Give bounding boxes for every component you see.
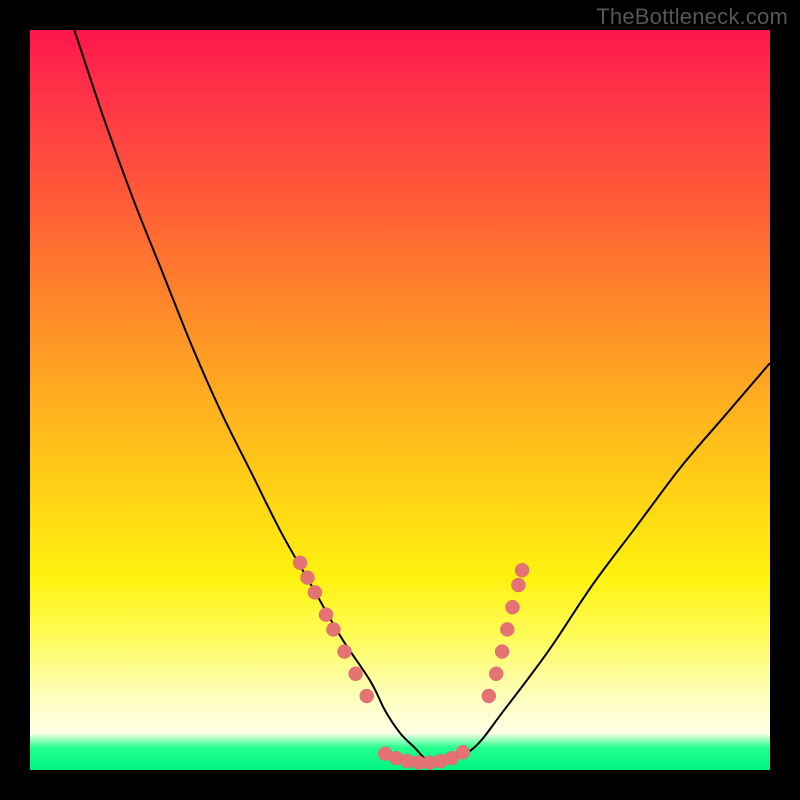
data-point (482, 689, 496, 703)
data-point (319, 608, 333, 622)
data-point (515, 563, 529, 577)
data-point (301, 571, 315, 585)
data-point (360, 689, 374, 703)
data-point (505, 600, 519, 614)
data-point (326, 622, 340, 636)
bottleneck-curve (74, 30, 770, 764)
data-point (293, 556, 307, 570)
watermark-text: TheBottleneck.com (596, 4, 788, 30)
data-point (308, 585, 322, 599)
data-point (456, 745, 470, 759)
data-points (293, 556, 529, 770)
data-point (495, 645, 509, 659)
data-point (500, 622, 514, 636)
data-point (349, 667, 363, 681)
data-point (489, 667, 503, 681)
chart-frame: TheBottleneck.com (0, 0, 800, 800)
data-point (338, 645, 352, 659)
data-point (511, 578, 525, 592)
plot-area (30, 30, 770, 770)
chart-svg (30, 30, 770, 770)
